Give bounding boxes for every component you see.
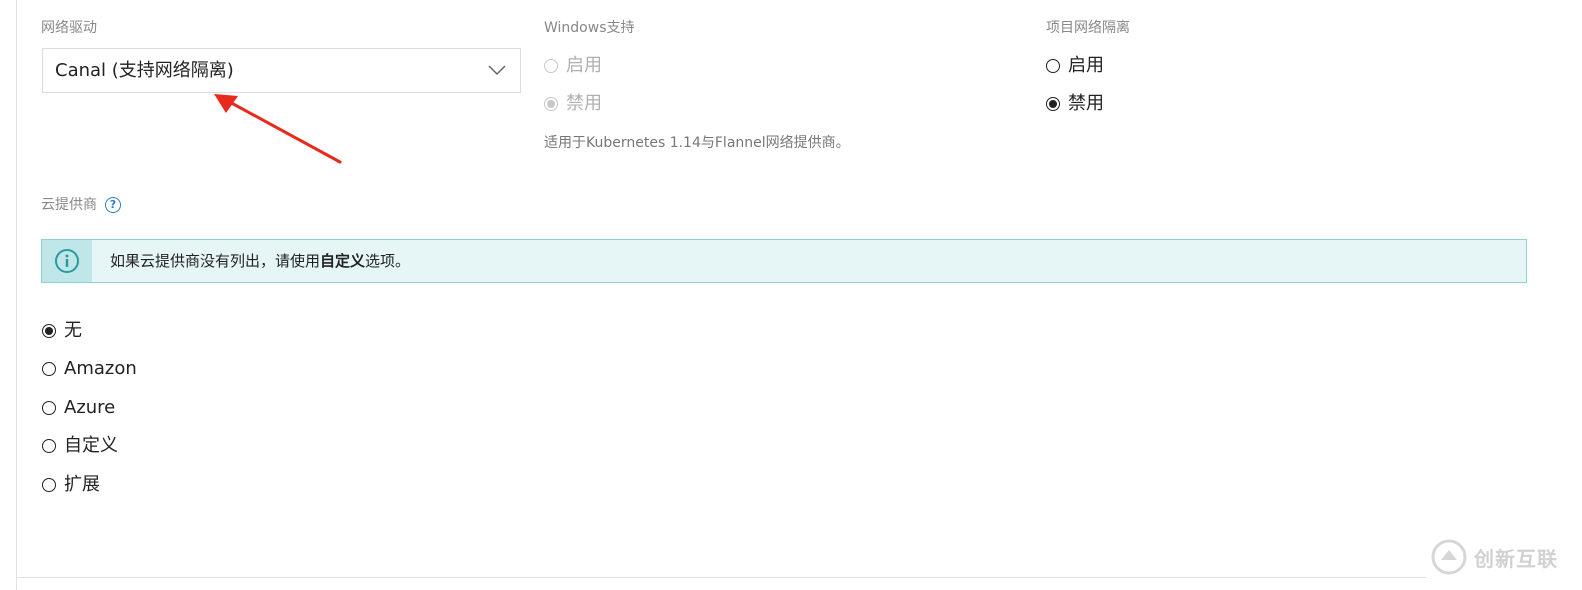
project-isolation-enable-label: 启用 — [1068, 55, 1104, 76]
windows-support-help: 适用于Kubernetes 1.14与Flannel网络提供商。 — [544, 135, 850, 151]
radio-button — [42, 362, 56, 376]
banner-text-bold: 自定义 — [320, 252, 366, 270]
windows-support-enable-radio[interactable]: 启用 — [544, 55, 602, 77]
radio-button — [42, 324, 56, 338]
radio-button — [544, 59, 558, 73]
banner-icon-box — [42, 240, 92, 282]
cloud-provider-none-label: 无 — [64, 320, 82, 341]
watermark-text: 创新互联 — [1474, 546, 1558, 571]
windows-support-disable-radio[interactable]: 禁用 — [544, 93, 602, 115]
info-banner: 如果云提供商没有列出，请使用自定义选项。 — [41, 239, 1527, 283]
cloud-provider-azure-label: Azure — [64, 397, 116, 418]
cloud-provider-extension-radio[interactable]: 扩展 — [42, 474, 100, 496]
panel-bottom-border — [16, 577, 1426, 578]
project-isolation-section: 项目网络隔离 — [1046, 18, 1130, 38]
panel-left-border — [16, 0, 17, 590]
cloud-provider-extension-label: 扩展 — [64, 474, 100, 495]
network-driver-value: Canal (支持网络隔离) — [55, 60, 234, 81]
windows-support-section: Windows支持 — [544, 18, 635, 38]
network-driver-select[interactable]: Canal (支持网络隔离) — [42, 48, 521, 93]
cluster-options-page: 网络驱动 Canal (支持网络隔离) Windows支持 启用 禁用 适用于K… — [0, 0, 1582, 590]
cloud-provider-custom-radio[interactable]: 自定义 — [42, 435, 118, 457]
network-driver-section: 网络驱动 — [41, 18, 97, 38]
project-isolation-enable-radio[interactable]: 启用 — [1046, 55, 1104, 77]
cloud-provider-amazon-radio[interactable]: Amazon — [42, 358, 137, 380]
info-icon — [55, 249, 79, 273]
project-isolation-disable-radio[interactable]: 禁用 — [1046, 93, 1104, 115]
windows-support-disable-label: 禁用 — [566, 93, 602, 114]
network-driver-label: 网络驱动 — [41, 20, 97, 36]
windows-support-enable-label: 启用 — [566, 55, 602, 76]
radio-button — [1046, 59, 1060, 73]
radio-button — [42, 478, 56, 492]
watermark: 创新互联 — [1430, 538, 1558, 576]
cloud-provider-azure-radio[interactable]: Azure — [42, 397, 115, 419]
project-isolation-label: 项目网络隔离 — [1046, 20, 1130, 36]
radio-button — [42, 401, 56, 415]
banner-message: 如果云提供商没有列出，请使用自定义选项。 — [110, 251, 410, 271]
cloud-provider-none-radio[interactable]: 无 — [42, 320, 82, 342]
brand-logo-icon — [1431, 539, 1467, 575]
windows-support-label: Windows支持 — [544, 20, 635, 36]
banner-text-before: 如果云提供商没有列出，请使用 — [110, 252, 321, 270]
cloud-provider-custom-label: 自定义 — [64, 435, 118, 456]
banner-text-after: 选项。 — [365, 252, 411, 270]
radio-button — [42, 439, 56, 453]
cloud-provider-label: 云提供商 — [41, 197, 97, 213]
cloud-provider-heading: 云提供商 ? — [41, 195, 121, 215]
question-icon[interactable]: ? — [105, 197, 121, 213]
cloud-provider-amazon-label: Amazon — [64, 358, 137, 379]
chevron-down-icon — [488, 65, 506, 76]
radio-button — [1046, 97, 1060, 111]
project-isolation-disable-label: 禁用 — [1068, 93, 1104, 114]
radio-button — [544, 97, 558, 111]
